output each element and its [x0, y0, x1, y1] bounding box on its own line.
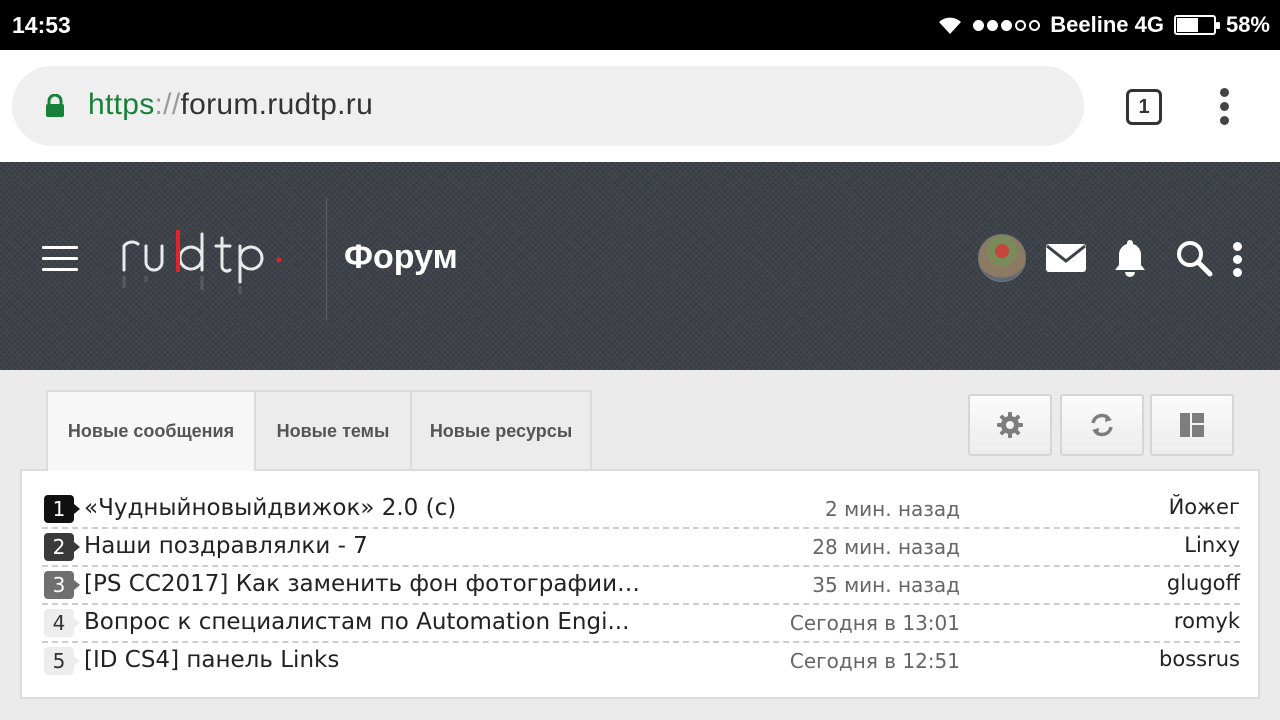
threads-list: 1 «Чудныйновыйдвижок» 2.0 (с) 2 мин. наз…: [42, 491, 1240, 681]
thread-author[interactable]: romyk: [1174, 609, 1240, 633]
thread-time: Сегодня в 13:01: [789, 611, 960, 635]
list-item[interactable]: 2 Наши поздравлялки - 7 28 мин. назад Li…: [42, 529, 1240, 567]
hamburger-menu-icon[interactable]: [42, 246, 78, 272]
messages-icon[interactable]: [1042, 234, 1090, 282]
list-item[interactable]: 1 «Чудныйновыйдвижок» 2.0 (с) 2 мин. наз…: [42, 491, 1240, 529]
tab-new-resources[interactable]: Новые ресурсы: [410, 390, 592, 470]
rank-badge: 5: [44, 647, 80, 675]
thread-title[interactable]: Наши поздравлялки - 7: [84, 533, 644, 559]
thread-time: 28 мин. назад: [812, 535, 960, 559]
browser-toolbar: https://forum.rudtp.ru 1: [0, 50, 1280, 162]
status-bar: 14:53 Beeline 4G 58%: [0, 0, 1280, 50]
tab-new-threads[interactable]: Новые темы: [254, 390, 412, 470]
cellular-signal-icon: [973, 19, 1041, 31]
site-logo[interactable]: [118, 216, 288, 296]
thread-author[interactable]: Йожег: [1169, 495, 1240, 519]
list-item[interactable]: 4 Вопрос к специалистам по Automation En…: [42, 605, 1240, 643]
gear-icon: [997, 412, 1023, 438]
rank-badge: 3: [44, 571, 80, 599]
site-header: Форум: [0, 162, 1280, 370]
browser-menu-icon[interactable]: [1214, 88, 1234, 128]
address-bar[interactable]: https://forum.rudtp.ru: [12, 66, 1084, 146]
notifications-bell-icon[interactable]: [1106, 234, 1154, 282]
thread-time: 2 мин. назад: [824, 497, 960, 521]
thread-author[interactable]: Linxy: [1184, 533, 1240, 557]
page-title: Форум: [344, 238, 458, 276]
site-menu-icon[interactable]: [1230, 242, 1244, 282]
thread-time: 35 мин. назад: [812, 573, 960, 597]
thread-title[interactable]: «Чудныйновыйдвижок» 2.0 (с): [84, 495, 644, 521]
rank-badge: 1: [44, 495, 80, 523]
wifi-icon: [939, 17, 962, 34]
header-divider: [326, 198, 327, 320]
tab-new-posts[interactable]: Новые сообщения: [46, 390, 256, 471]
search-icon[interactable]: [1170, 234, 1218, 282]
refresh-button[interactable]: [1060, 394, 1144, 456]
lock-icon: [46, 94, 64, 117]
threads-panel: 1 «Чудныйновыйдвижок» 2.0 (с) 2 мин. наз…: [20, 469, 1260, 699]
tab-switcher-button[interactable]: 1: [1126, 89, 1162, 125]
thread-title[interactable]: Вопрос к специалистам по Automation Engi…: [84, 609, 644, 635]
status-right: Beeline 4G 58%: [937, 10, 1270, 40]
carrier-name: Beeline 4G: [1050, 12, 1164, 37]
list-item[interactable]: 3 [PS CC2017] Как заменить фон фотографи…: [42, 567, 1240, 605]
list-item[interactable]: 5 [ID CS4] панель Links Сегодня в 12:51 …: [42, 643, 1240, 681]
refresh-icon: [1091, 413, 1113, 437]
rank-badge: 2: [44, 533, 80, 561]
thread-time: Сегодня в 12:51: [789, 649, 960, 673]
url-text[interactable]: https://forum.rudtp.ru: [88, 88, 373, 122]
user-avatar[interactable]: [978, 234, 1026, 282]
thread-author[interactable]: bossrus: [1159, 647, 1240, 671]
rank-badge: 4: [44, 609, 80, 637]
thread-author[interactable]: glugoff: [1167, 571, 1240, 595]
thread-title[interactable]: [ID CS4] панель Links: [84, 647, 644, 673]
layout-button[interactable]: [1150, 394, 1234, 456]
battery-icon: [1173, 15, 1220, 35]
status-time: 14:53: [12, 12, 71, 38]
thread-title[interactable]: [PS CC2017] Как заменить фон фотографии …: [84, 571, 644, 597]
new-content-widget: Новые сообщения Новые темы Новые ресурсы: [0, 370, 1280, 720]
layout-icon: [1180, 413, 1204, 437]
settings-button[interactable]: [968, 394, 1052, 456]
battery-percent: 58%: [1225, 12, 1270, 37]
